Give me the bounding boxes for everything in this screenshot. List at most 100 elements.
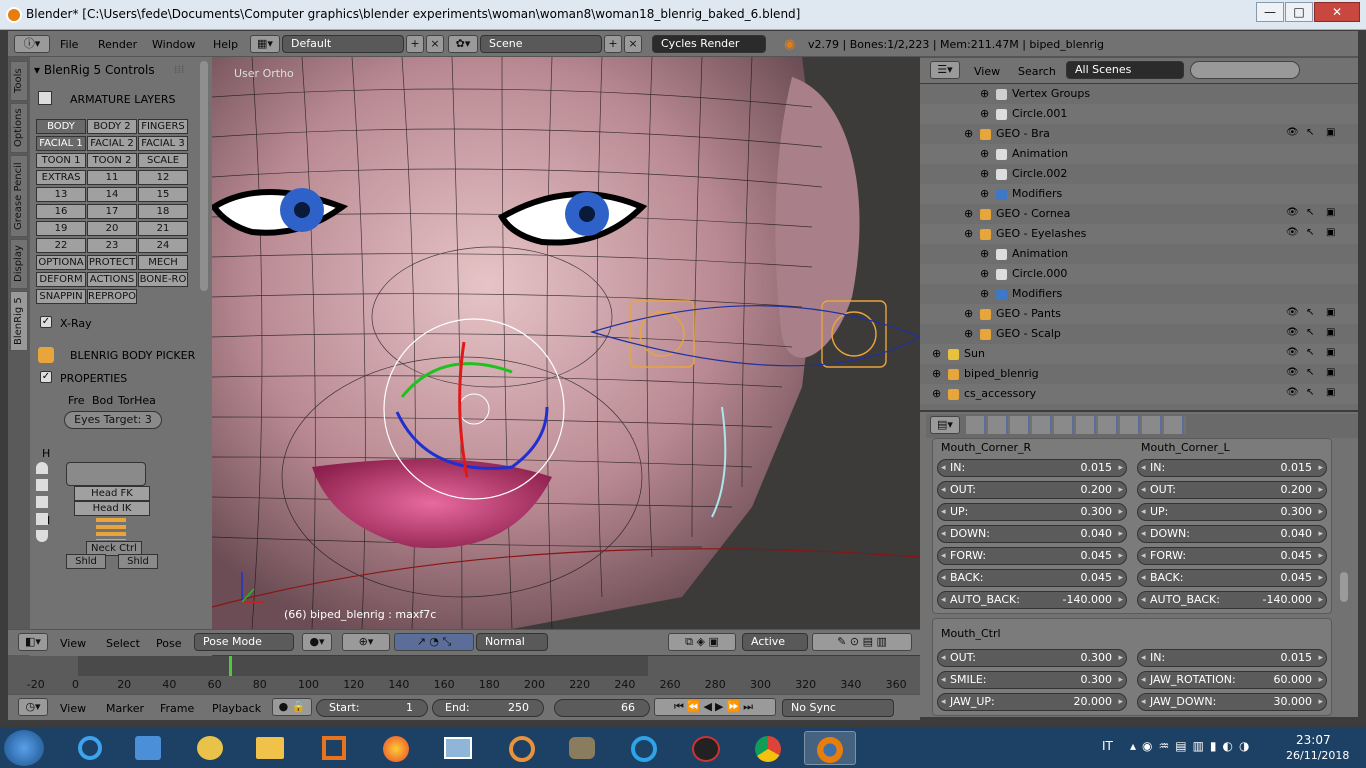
decrement-arrow-icon[interactable]: ◂	[941, 570, 946, 586]
cursor-icon[interactable]: ↖	[1306, 207, 1314, 218]
start-button-icon[interactable]	[4, 730, 44, 766]
menu-file[interactable]: File	[60, 38, 78, 51]
expand-toggle-icon[interactable]: ⊕	[964, 307, 973, 320]
cursor-icon[interactable]: ↖	[1306, 327, 1314, 338]
outliner-item-name[interactable]: biped_blenrig	[964, 367, 1039, 380]
helm-icon[interactable]	[496, 731, 548, 765]
eyes-target-field[interactable]: Eyes Target: 3	[64, 411, 162, 429]
menu-pose[interactable]: Pose	[156, 637, 181, 650]
increment-arrow-icon[interactable]: ▸	[1118, 504, 1123, 520]
layer-button[interactable]: 17	[87, 204, 137, 219]
decrement-arrow-icon[interactable]: ◂	[941, 482, 946, 498]
layer-button[interactable]: TOON 2	[87, 153, 137, 168]
layer-button[interactable]: SCALE	[138, 153, 188, 168]
orientation-selector[interactable]: Normal	[476, 633, 548, 651]
render-icon[interactable]: ▣	[1326, 327, 1335, 338]
render-icon[interactable]: ▣	[1326, 207, 1335, 218]
layer-button[interactable]: TOON 1	[36, 153, 86, 168]
outliner-row[interactable]: ⊕ Vertex Groups	[920, 84, 1358, 104]
layer-button[interactable]: OPTIONA	[36, 255, 86, 270]
gimp-icon[interactable]	[556, 731, 608, 765]
neck-bones-widget[interactable]	[96, 518, 126, 540]
picker-tab-bod[interactable]: Bod	[92, 394, 113, 407]
increment-arrow-icon[interactable]: ▸	[1318, 592, 1323, 608]
3d-viewport[interactable]: User Ortho (66) biped_blenrig : maxf7c	[212, 57, 920, 629]
screen-layout-icon[interactable]: ▦▾	[250, 35, 280, 53]
pivot-selector[interactable]: Active	[742, 633, 808, 651]
decrement-arrow-icon[interactable]: ◂	[1141, 570, 1146, 586]
layer-button[interactable]: DEFORM	[36, 272, 86, 287]
editor-type-info-icon[interactable]: ⓘ▾	[14, 35, 50, 53]
layer-icons[interactable]: ⧉ ◈ ▣	[668, 633, 736, 651]
language-indicator[interactable]: IT	[1102, 739, 1113, 753]
number-field[interactable]: ◂ AUTO_BACK: -140.000 ▸	[937, 591, 1127, 609]
outliner-row[interactable]: ⊕ Circle.001	[920, 104, 1358, 124]
timeline-menu-playback[interactable]: Playback	[212, 702, 261, 715]
playback-controls[interactable]: ⏮⏪◀▶⏩⏭	[654, 698, 776, 716]
outliner-row[interactable]: ⊕ GEO - Scalp 👁 ↖ ▣	[920, 324, 1358, 344]
number-field[interactable]: ◂ DOWN: 0.040 ▸	[937, 525, 1127, 543]
layer-button[interactable]: FINGERS	[138, 119, 188, 134]
expand-toggle-icon[interactable]: ⊕	[980, 267, 989, 280]
current-frame-field[interactable]: 66	[554, 699, 650, 717]
number-field[interactable]: ◂ FORW: 0.045 ▸	[1137, 547, 1327, 565]
picker-tab-fre[interactable]: Fre	[68, 394, 85, 407]
md-app-icon[interactable]	[680, 731, 732, 765]
increment-arrow-icon[interactable]: ▸	[1118, 526, 1123, 542]
layer-button[interactable]: 18	[138, 204, 188, 219]
decrement-arrow-icon[interactable]: ◂	[1141, 460, 1146, 476]
eye-icon[interactable]: 👁	[1286, 207, 1299, 218]
decrement-arrow-icon[interactable]: ◂	[1141, 672, 1146, 688]
office-icon[interactable]	[308, 731, 360, 765]
decrement-arrow-icon[interactable]: ◂	[1141, 526, 1146, 542]
render-icon[interactable]: ▣	[1326, 127, 1335, 138]
render-icon[interactable]: ▣	[1326, 307, 1335, 318]
decrement-arrow-icon[interactable]: ◂	[941, 460, 946, 476]
outliner-row[interactable]: ⊕ Animation	[920, 144, 1358, 164]
timeline-menu-frame[interactable]: Frame	[160, 702, 194, 715]
firefox-icon[interactable]	[370, 731, 422, 765]
outliner-item-name[interactable]: Circle.001	[1012, 107, 1067, 120]
expand-toggle-icon[interactable]: ⊕	[980, 287, 989, 300]
pivot-icon[interactable]: ⊕▾	[342, 633, 390, 651]
properties-checkbox[interactable]: ✓	[40, 371, 52, 383]
render-tool-icons[interactable]: ✎ ⊙ ▤ ▥	[812, 633, 912, 651]
outliner-item-name[interactable]: Circle.000	[1012, 267, 1067, 280]
menu-window[interactable]: Window	[152, 38, 195, 51]
increment-arrow-icon[interactable]: ▸	[1118, 592, 1123, 608]
menu-help[interactable]: Help	[213, 38, 238, 51]
decrement-arrow-icon[interactable]: ◂	[941, 548, 946, 564]
layer-button[interactable]: 23	[87, 238, 137, 253]
outliner-item-name[interactable]: GEO - Cornea	[996, 207, 1070, 220]
outliner-row[interactable]: ⊕ Modifiers	[920, 184, 1358, 204]
remove-layout-icon[interactable]: ×	[426, 35, 444, 53]
outliner-item-name[interactable]: Circle.002	[1012, 167, 1067, 180]
scene-selector[interactable]: Scene	[480, 35, 602, 53]
layer-button[interactable]: 21	[138, 221, 188, 236]
increment-arrow-icon[interactable]: ▸	[1118, 548, 1123, 564]
increment-arrow-icon[interactable]: ▸	[1318, 570, 1323, 586]
layer-button[interactable]: BODY 2	[87, 119, 137, 134]
number-field[interactable]: ◂ JAW_DOWN: 30.000 ▸	[1137, 693, 1327, 711]
increment-arrow-icon[interactable]: ▸	[1118, 482, 1123, 498]
outliner-row[interactable]: ⊕ GEO - Cornea 👁 ↖ ▣	[920, 204, 1358, 224]
layer-button[interactable]: FACIAL 2	[87, 136, 137, 151]
outliner-item-name[interactable]: GEO - Pants	[996, 307, 1061, 320]
outliner-row[interactable]: ⊕ Sun 👁 ↖ ▣	[920, 344, 1358, 364]
current-frame-indicator[interactable]	[229, 656, 233, 676]
editor-type-3dview-icon[interactable]: ◧▾	[18, 633, 48, 651]
menu-select[interactable]: Select	[106, 637, 140, 650]
number-field[interactable]: ◂ DOWN: 0.040 ▸	[1137, 525, 1327, 543]
number-field[interactable]: ◂ IN: 0.015 ▸	[937, 459, 1127, 477]
increment-arrow-icon[interactable]: ▸	[1318, 504, 1323, 520]
layer-button[interactable]: 14	[87, 187, 137, 202]
cursor-icon[interactable]: ↖	[1306, 367, 1314, 378]
layer-button[interactable]: 13	[36, 187, 86, 202]
expand-toggle-icon[interactable]: ⊕	[980, 187, 989, 200]
timeline-menu-view[interactable]: View	[60, 702, 86, 715]
decrement-arrow-icon[interactable]: ◂	[941, 672, 946, 688]
decrement-arrow-icon[interactable]: ◂	[1141, 592, 1146, 608]
file-explorer-icon[interactable]	[244, 731, 296, 765]
add-scene-icon[interactable]: +	[604, 35, 622, 53]
layer-button[interactable]: MECH	[138, 255, 188, 270]
